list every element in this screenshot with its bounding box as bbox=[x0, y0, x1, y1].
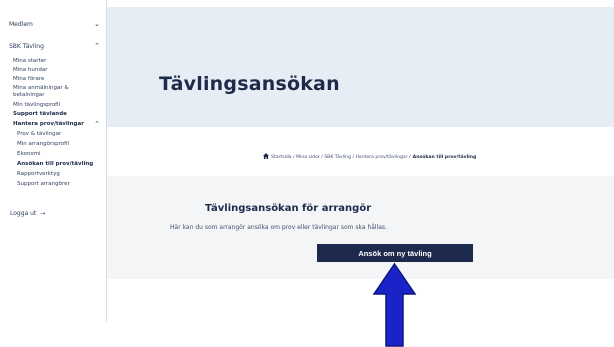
sidebar-item-ekonomi[interactable]: Ekonomi bbox=[17, 151, 41, 158]
sidebar-item-hantera[interactable]: Hantera prov/tävlingar ⌃ bbox=[13, 120, 100, 128]
logout-icon: → bbox=[40, 210, 46, 217]
section-heading: Tävlingsansökan för arrangör bbox=[205, 203, 372, 214]
house-icon[interactable] bbox=[263, 153, 269, 161]
sidebar-item-support-tavlande[interactable]: Support tävlande bbox=[13, 111, 67, 118]
page-title: Tävlingsansökan bbox=[159, 73, 340, 95]
logout-label: Logga ut bbox=[10, 210, 37, 217]
sidebar-item-mina-hundar[interactable]: Mina hundar bbox=[13, 67, 47, 74]
sidebar-item-min-arrangorsprofil[interactable]: Min arrangörsprofil bbox=[17, 141, 69, 148]
sidebar-item-label: Hantera prov/tävlingar bbox=[13, 120, 84, 127]
sidebar-section-label: SBK Tävling bbox=[9, 42, 44, 50]
breadcrumb: Startsida / Mina sidor / SBK Tävling / H… bbox=[263, 153, 476, 161]
sidebar: Medlem ⌄ SBK Tävling ⌃ Mina starter Mina… bbox=[0, 0, 107, 322]
sidebar-section-medlem[interactable]: Medlem ⌄ bbox=[9, 20, 100, 28]
sidebar-item-mina-anmalningar-cont[interactable]: betalningar bbox=[13, 92, 45, 99]
sidebar-section-label: Medlem bbox=[9, 20, 33, 28]
sidebar-item-mina-anmalningar[interactable]: Mina anmälningar & bbox=[13, 85, 69, 92]
sidebar-item-prov-tavlingar[interactable]: Prov & tävlingar bbox=[17, 131, 61, 138]
chevron-up-icon: ⌃ bbox=[94, 120, 100, 128]
hero-banner bbox=[107, 7, 614, 127]
sidebar-item-mina-starter[interactable]: Mina starter bbox=[13, 58, 46, 65]
apply-new-competition-button[interactable]: Ansök om ny tävling bbox=[317, 244, 473, 262]
arrow-up-icon bbox=[372, 262, 417, 347]
sidebar-item-mina-forare[interactable]: Mina förare bbox=[13, 76, 44, 83]
breadcrumb-path[interactable]: Startsida / Mina sidor / SBK Tävling / H… bbox=[271, 155, 411, 160]
sidebar-item-min-tavlingsprofil[interactable]: Min tävlingsprofil bbox=[13, 102, 60, 109]
breadcrumb-current: Ansökan till prov/tävling bbox=[412, 154, 477, 160]
sidebar-section-sbk-tavling[interactable]: SBK Tävling ⌃ bbox=[9, 42, 100, 50]
chevron-down-icon: ⌄ bbox=[94, 20, 100, 28]
chevron-up-icon: ⌃ bbox=[94, 42, 100, 50]
sidebar-item-rapportverktyg[interactable]: Rapportverktyg bbox=[17, 171, 60, 178]
sidebar-item-support-arrangorer[interactable]: Support arrangörer bbox=[17, 181, 70, 188]
sidebar-item-ansokan[interactable]: Ansökan till prov/tävling bbox=[17, 161, 93, 168]
logout-link[interactable]: Logga ut → bbox=[10, 210, 45, 217]
section-description: Här kan du som arrangör ansöka om prov e… bbox=[170, 224, 387, 231]
